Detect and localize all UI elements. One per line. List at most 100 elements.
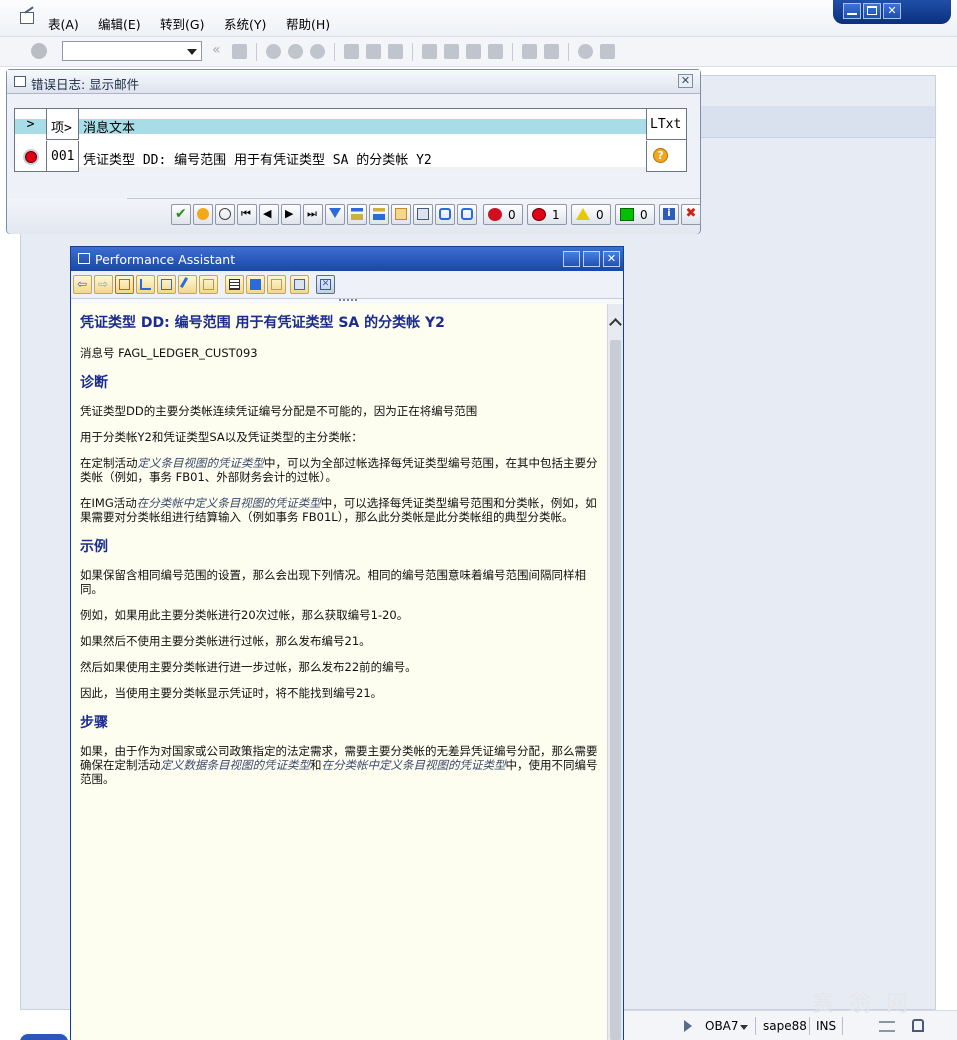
minimize-button[interactable] (843, 3, 861, 19)
first-page-icon[interactable] (422, 44, 437, 59)
find-icon[interactable] (366, 44, 381, 59)
command-field[interactable] (62, 41, 202, 61)
close-button[interactable]: ✕ (603, 251, 620, 267)
error-message-counter[interactable]: 1 (527, 204, 567, 225)
last-entry-button[interactable]: ⏭ (303, 204, 323, 225)
lock-icon (912, 1019, 924, 1032)
collapse-arrows-icon[interactable]: « (212, 42, 221, 58)
long-text-help-icon[interactable]: ? (653, 148, 668, 163)
customizing-link[interactable]: 定义条目视图的凭证类型 (138, 456, 265, 470)
menu-bar: 表(A) 编辑(E) 转到(G) 系统(Y) 帮助(H) ✕ (0, 0, 957, 37)
settings-icon[interactable] (199, 275, 218, 294)
window-icon (78, 253, 90, 264)
close-icon[interactable]: ✕ (678, 74, 693, 88)
shortcut-icon[interactable] (544, 44, 559, 59)
help-button[interactable] (193, 204, 213, 225)
pencil-icon[interactable] (178, 275, 197, 294)
menu-goto[interactable]: 转到(G) (160, 14, 204, 33)
back-icon[interactable] (266, 44, 281, 59)
bookmark-icon[interactable] (246, 275, 265, 294)
help-icon[interactable] (578, 44, 593, 59)
stop-icon (488, 208, 502, 221)
first-entry-button[interactable]: ⏮ (237, 204, 257, 225)
find-next-icon[interactable] (388, 44, 403, 59)
table-icon[interactable] (225, 275, 244, 294)
column-header-text[interactable]: 消息文本 (79, 109, 647, 140)
layout-icon[interactable] (600, 44, 615, 59)
copy-icon[interactable] (391, 204, 411, 225)
edit-icon[interactable] (157, 275, 176, 294)
maximize-button[interactable] (583, 251, 600, 267)
window-icon (14, 76, 26, 87)
stop-message-counter[interactable]: 0 (483, 204, 523, 225)
forward-arrow-icon[interactable]: ⇨ (94, 275, 113, 294)
back-arrow-icon[interactable]: ⇦ (73, 275, 92, 294)
new-session-icon[interactable] (522, 44, 537, 59)
filter-icon[interactable] (325, 204, 345, 225)
dialog-title: 错误日志: 显示邮件 (31, 77, 140, 92)
document-icon[interactable] (267, 275, 286, 294)
watermark: 赛 翁 网 (812, 992, 912, 1017)
find-icon[interactable] (435, 204, 455, 225)
print-icon[interactable] (290, 275, 309, 294)
scroll-thumb[interactable] (610, 340, 621, 1040)
transaction-code: OBA7 (705, 1019, 739, 1033)
success-message-counter[interactable]: 0 (615, 204, 655, 225)
column-header-item[interactable]: 项> (47, 109, 79, 140)
example-paragraph: 例如，如果用此主要分类帐进行20次过帐，那么获取编号1-20。 (80, 608, 409, 622)
diagnosis-paragraph: 凭证类型DD的主要分类帐连续凭证编号分配是不可能的，因为正在将编号范围 (80, 404, 478, 418)
splitter-handle[interactable] (339, 299, 357, 302)
previous-page-icon[interactable] (444, 44, 459, 59)
performance-assistant-window: Performance Assistant ✕ ⇦ ⇨ ✕ 凭证类型 DD: 编… (70, 246, 624, 1040)
cancel-button[interactable]: ✖ (681, 204, 701, 225)
warning-message-counter[interactable]: 0 (571, 204, 611, 225)
menu-system[interactable]: 系统(Y) (224, 14, 266, 33)
table-row[interactable]: 001 凭证类型 DD: 编号范围 用于有凭证类型 SA 的分类帐 Y2 ? (15, 141, 686, 172)
close-icon[interactable]: ✕ (316, 275, 335, 294)
sap-menu-icon[interactable] (20, 12, 34, 24)
tree-icon[interactable] (136, 275, 155, 294)
info-button[interactable]: i (659, 204, 679, 225)
menu-help[interactable]: 帮助(H) (286, 14, 330, 33)
scroll-up-icon[interactable] (609, 318, 622, 331)
warning-icon (576, 208, 590, 220)
column-header-select[interactable]: > (15, 109, 47, 140)
standard-toolbar: « (0, 37, 957, 67)
chevron-down-icon[interactable] (740, 1025, 748, 1030)
find-next-icon[interactable] (457, 204, 477, 225)
img-activity-link[interactable]: 在分类帐中定义条目视图的凭证类型 (137, 496, 321, 510)
print-icon[interactable] (413, 204, 433, 225)
minimize-button[interactable] (563, 251, 580, 267)
print-icon[interactable] (344, 44, 359, 59)
sort-ascending-icon[interactable] (347, 204, 367, 225)
next-entry-button[interactable]: ▶ (281, 204, 301, 225)
example-paragraph: 如果保留含相同编号范围的设置，那么会出现下列情况。相同的编号范围意味着编号范围间… (80, 568, 586, 596)
message-text[interactable]: 凭证类型 DD: 编号范围 用于有凭证类型 SA 的分类帐 Y2 (79, 141, 647, 172)
column-header-ltxt[interactable]: LTxt (647, 109, 687, 140)
technical-info-icon[interactable] (115, 275, 134, 294)
error-status-icon (24, 151, 37, 163)
continue-button[interactable]: ✔ (171, 204, 191, 225)
chevron-down-icon[interactable] (187, 49, 197, 55)
procedure-paragraph: 如果，由于作为对国家或公司政策指定的法定需求，需要主要分类帐的无差异凭证编号分配… (80, 744, 598, 786)
technical-info-button[interactable] (215, 204, 235, 225)
menu-table[interactable]: 表(A) (48, 14, 79, 33)
save-icon[interactable] (232, 44, 247, 59)
insert-mode[interactable]: INS (816, 1019, 836, 1033)
menu-edit[interactable]: 编辑(E) (98, 14, 141, 33)
next-page-icon[interactable] (466, 44, 481, 59)
diagnosis-paragraph: 在IMG活动在分类帐中定义条目视图的凭证类型中，可以选择每凭证类型编号范围和分类… (80, 496, 597, 524)
enter-icon[interactable] (31, 43, 47, 59)
sort-descending-icon[interactable] (369, 204, 389, 225)
close-button[interactable]: ✕ (883, 3, 901, 19)
customizing-link[interactable]: 定义数据条目视图的凭证类型 (161, 758, 311, 772)
vertical-scrollbar[interactable] (607, 304, 623, 1040)
play-icon[interactable] (684, 1020, 692, 1032)
img-activity-link[interactable]: 在分类帐中定义条目视图的凭证类型 (322, 758, 506, 772)
exit-icon[interactable] (288, 44, 303, 59)
cancel-icon[interactable] (310, 44, 325, 59)
window-controls: ✕ (833, 0, 951, 24)
previous-entry-button[interactable]: ◀ (259, 204, 279, 225)
last-page-icon[interactable] (488, 44, 503, 59)
maximize-button[interactable] (863, 3, 881, 19)
